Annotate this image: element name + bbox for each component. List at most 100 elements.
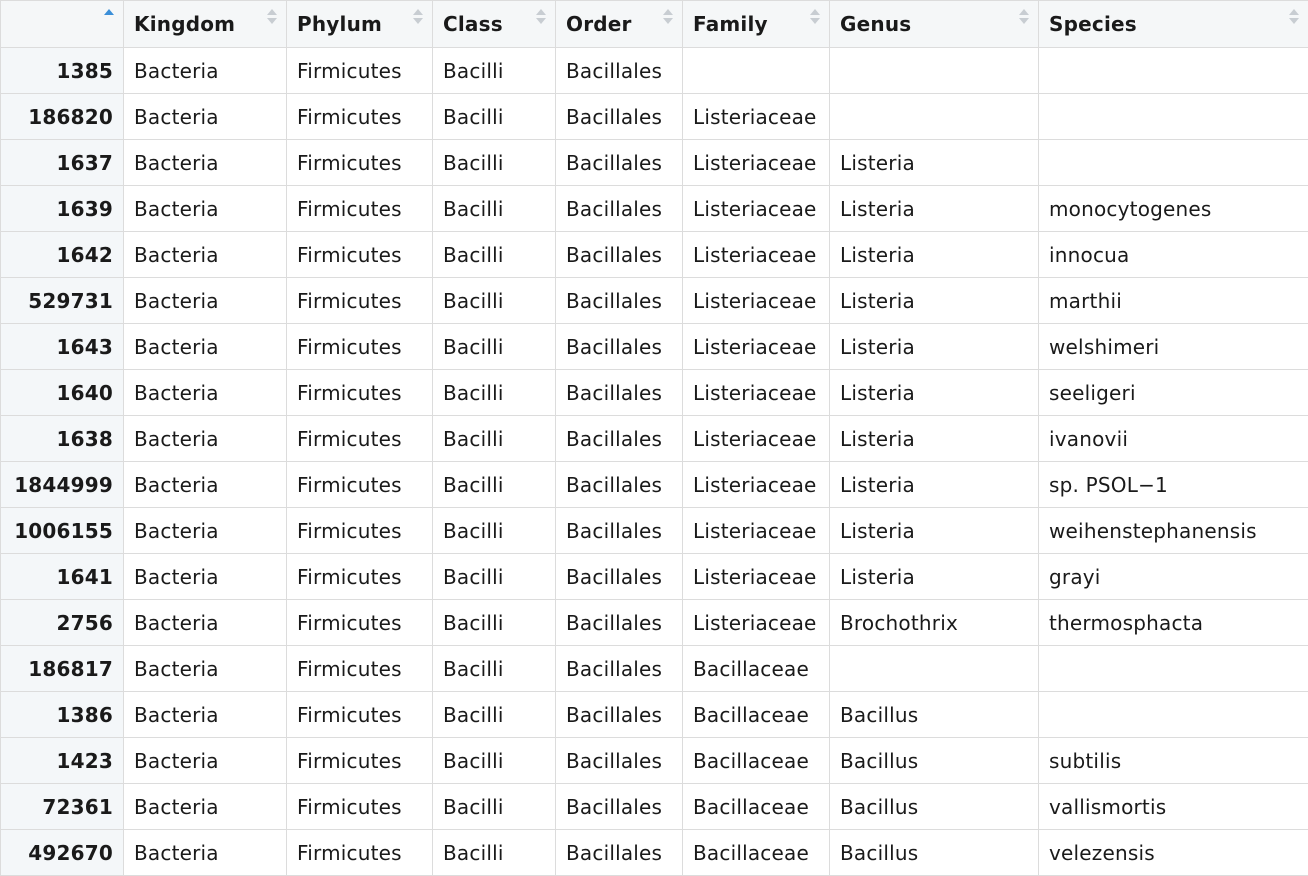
cell-phylum: Firmicutes [286, 461, 433, 508]
cell-family: Listeriaceae [682, 599, 830, 646]
table-row: 186817 Bacteria Firmicutes Bacilli Bacillale… [0, 645, 1308, 692]
cell-genus: Listeria [829, 507, 1039, 554]
row-id-cell: 1640 [0, 369, 124, 416]
sort-up-arrow-icon [267, 9, 277, 15]
column-header-label: Class [443, 12, 503, 36]
cell-species [1038, 93, 1308, 140]
cell-phylum: Firmicutes [286, 93, 433, 140]
cell-phylum: Firmicutes [286, 369, 433, 416]
cell-genus [829, 645, 1039, 692]
cell-order: Bacillales [555, 93, 683, 140]
cell-class: Bacilli [432, 645, 556, 692]
cell-kingdom: Bacteria [123, 323, 287, 370]
cell-species: subtilis [1038, 737, 1308, 784]
table-row: 1638 Bacteria Firmicutes Bacilli Bacillales L… [0, 415, 1308, 462]
cell-phylum: Firmicutes [286, 415, 433, 462]
cell-kingdom: Bacteria [123, 507, 287, 554]
cell-genus [829, 93, 1039, 140]
column-header-phylum[interactable]: Phylum [286, 0, 433, 48]
sort-down-arrow-icon [536, 18, 546, 24]
cell-class: Bacilli [432, 323, 556, 370]
column-header-kingdom[interactable]: Kingdom [123, 0, 287, 48]
cell-kingdom: Bacteria [123, 599, 287, 646]
cell-family: Listeriaceae [682, 369, 830, 416]
sort-arrows-icon[interactable] [663, 9, 673, 25]
sort-arrows-icon[interactable] [810, 9, 820, 25]
row-id-cell: 529731 [0, 277, 124, 324]
sort-arrows-icon[interactable] [1289, 9, 1299, 25]
row-id-cell: 1639 [0, 185, 124, 232]
cell-family: Listeriaceae [682, 93, 830, 140]
cell-phylum: Firmicutes [286, 507, 433, 554]
cell-phylum: Firmicutes [286, 829, 433, 876]
cell-phylum: Firmicutes [286, 185, 433, 232]
cell-species [1038, 47, 1308, 94]
cell-class: Bacilli [432, 369, 556, 416]
sort-ascending-icon[interactable] [104, 9, 114, 25]
column-header-species[interactable]: Species [1038, 0, 1308, 48]
column-header-family[interactable]: Family [682, 0, 830, 48]
cell-class: Bacilli [432, 783, 556, 830]
row-id-cell: 1006155 [0, 507, 124, 554]
table-row: 1642 Bacteria Firmicutes Bacilli Bacillales L… [0, 231, 1308, 278]
column-header-order[interactable]: Order [555, 0, 683, 48]
sort-up-arrow-icon [536, 9, 546, 15]
cell-family: Bacillaceae [682, 691, 830, 738]
data-table-viewer: Kingdom Phylum Class Order Family Genus Specie… [0, 0, 1308, 876]
cell-genus: Listeria [829, 415, 1039, 462]
cell-order: Bacillales [555, 783, 683, 830]
cell-phylum: Firmicutes [286, 783, 433, 830]
table-header: Kingdom Phylum Class Order Family Genus Specie… [0, 0, 1308, 48]
cell-genus: Listeria [829, 277, 1039, 324]
cell-kingdom: Bacteria [123, 461, 287, 508]
cell-kingdom: Bacteria [123, 231, 287, 278]
sort-arrows-icon[interactable] [536, 9, 546, 25]
column-header-genus[interactable]: Genus [829, 0, 1039, 48]
table-row: 1637 Bacteria Firmicutes Bacilli Bacillales L… [0, 139, 1308, 186]
cell-species [1038, 645, 1308, 692]
sort-down-arrow-icon [810, 18, 820, 24]
column-header-rowname[interactable] [0, 0, 124, 48]
column-header-class[interactable]: Class [432, 0, 556, 48]
cell-class: Bacilli [432, 415, 556, 462]
sort-up-arrow-icon [810, 9, 820, 15]
cell-class: Bacilli [432, 461, 556, 508]
cell-order: Bacillales [555, 323, 683, 370]
table-row: 1423 Bacteria Firmicutes Bacilli Bacillales B… [0, 737, 1308, 784]
row-id-cell: 1641 [0, 553, 124, 600]
sort-arrows-icon[interactable] [267, 9, 277, 25]
cell-family: Bacillaceae [682, 645, 830, 692]
row-id-cell: 1844999 [0, 461, 124, 508]
table-row: 1641 Bacteria Firmicutes Bacilli Bacillales L… [0, 553, 1308, 600]
row-id-cell: 1637 [0, 139, 124, 186]
cell-family: Listeriaceae [682, 277, 830, 324]
cell-species: velezensis [1038, 829, 1308, 876]
taxonomy-table: Kingdom Phylum Class Order Family Genus Specie… [0, 0, 1308, 876]
cell-genus: Listeria [829, 461, 1039, 508]
table-row: 1844999 Bacteria Firmicutes Bacilli Bacillal… [0, 461, 1308, 508]
cell-species: ivanovii [1038, 415, 1308, 462]
cell-phylum: Firmicutes [286, 277, 433, 324]
cell-order: Bacillales [555, 139, 683, 186]
cell-family: Listeriaceae [682, 323, 830, 370]
cell-species [1038, 691, 1308, 738]
table-row: 529731 Bacteria Firmicutes Bacilli Bacillale… [0, 277, 1308, 324]
cell-order: Bacillales [555, 737, 683, 784]
column-header-label: Order [566, 12, 632, 36]
column-header-label: Phylum [297, 12, 383, 36]
cell-kingdom: Bacteria [123, 783, 287, 830]
table-row: 1385 Bacteria Firmicutes Bacilli Bacillales [0, 47, 1308, 94]
cell-species: innocua [1038, 231, 1308, 278]
cell-order: Bacillales [555, 599, 683, 646]
sort-arrows-icon[interactable] [1019, 9, 1029, 25]
sort-down-arrow-icon [663, 18, 673, 24]
sort-arrows-icon[interactable] [413, 9, 423, 25]
cell-phylum: Firmicutes [286, 553, 433, 600]
cell-kingdom: Bacteria [123, 691, 287, 738]
cell-species [1038, 139, 1308, 186]
cell-family: Listeriaceae [682, 553, 830, 600]
table-body: 1385 Bacteria Firmicutes Bacilli Bacillales 1… [0, 47, 1308, 876]
table-row: 2756 Bacteria Firmicutes Bacilli Bacillales L… [0, 599, 1308, 646]
row-id-cell: 2756 [0, 599, 124, 646]
cell-order: Bacillales [555, 185, 683, 232]
